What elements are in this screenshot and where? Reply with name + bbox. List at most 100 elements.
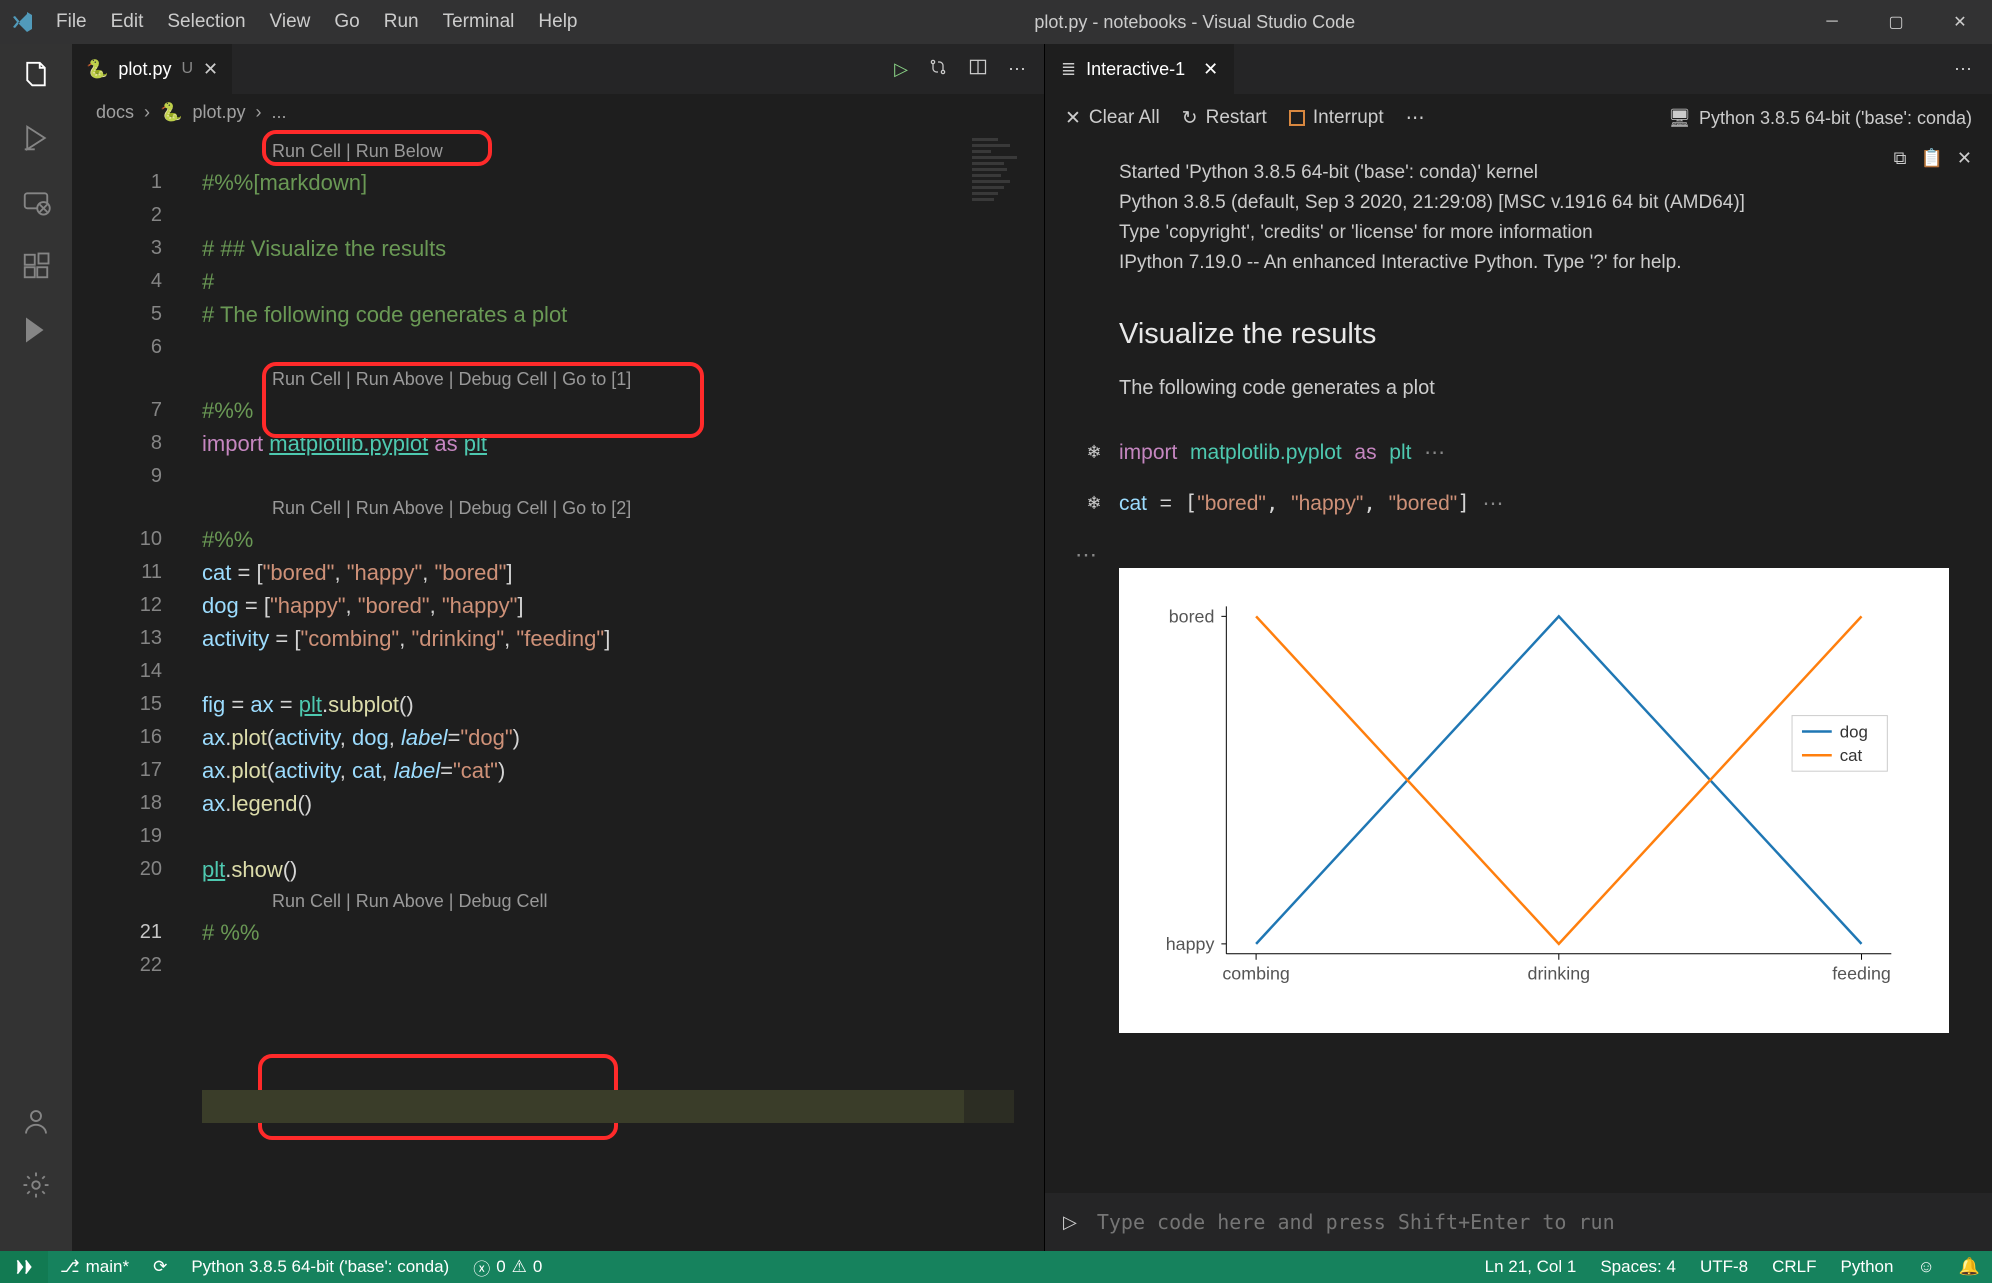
maximize-button[interactable]: ▢ [1864,0,1928,44]
x-tick-drinking: drinking [1528,964,1591,984]
clear-all-button[interactable]: ✕Clear All [1065,107,1160,130]
restart-button[interactable]: ↻Restart [1182,107,1267,130]
series-cat [1256,616,1861,944]
x-tick-combing: combing [1222,964,1290,984]
execute-icon[interactable]: ▷ [1063,1212,1077,1233]
codelens-run-cell[interactable]: Run Cell | Run Above | Debug Cell | Go t… [232,364,964,394]
tab-close-icon[interactable]: ✕ [1203,59,1218,80]
minimize-button[interactable]: ─ [1800,0,1864,44]
error-icon: ⓧ [473,1255,490,1280]
legend-dog: dog [1840,722,1868,741]
close-window-button[interactable]: ✕ [1928,0,1992,44]
split-editor-icon[interactable] [968,57,988,82]
more-actions-icon[interactable]: ⋯ [1954,59,1972,80]
feedback-icon[interactable]: ☺ [1905,1257,1946,1277]
markdown-paragraph: The following code generates a plot [1119,377,1968,400]
cursor-position[interactable]: Ln 21, Col 1 [1473,1257,1589,1277]
interactive-output[interactable]: ⧉ 📋 ✕ Started 'Python 3.8.5 64-bit ('bas… [1045,142,1992,1193]
title-bar: File Edit Selection View Go Run Terminal… [0,0,1992,44]
breadcrumb-ellipsis[interactable]: ... [272,102,287,123]
git-compare-icon[interactable] [928,57,948,82]
explorer-icon[interactable] [18,56,54,92]
activity-bar [0,44,72,1251]
tab-filename: plot.py [118,59,171,80]
executed-cell: ❄ cat = ["bored", "happy", "bored"] ⋯ [1069,491,1968,516]
bookmark-icon[interactable] [18,312,54,348]
interactive-tab[interactable]: ≣ Interactive-1 ✕ [1045,44,1234,94]
sync-button[interactable]: ⟳ [141,1251,179,1283]
close-icon[interactable]: ✕ [1957,148,1972,169]
interactive-panel: ≣ Interactive-1 ✕ ⋯ ✕Clear All ↻Restart … [1044,44,1992,1251]
interactive-input[interactable] [1097,1210,1974,1234]
cell-toolbar: ⧉ 📋 ✕ [1894,148,1972,169]
plot-output: bored happy combing drinking feeding [1119,568,1949,1033]
editor-tabs: 🐍 plot.py U ✕ ▷ ⋯ [72,44,1044,94]
copy-icon[interactable]: ⧉ [1894,148,1907,169]
y-tick-happy: happy [1166,934,1215,954]
clipboard-icon[interactable]: 📋 [1920,148,1942,169]
code-editor[interactable]: Run Cell | Run Below 1#%%[markdown] 2 3#… [72,130,1044,1251]
settings-gear-icon[interactable] [18,1167,54,1203]
x-tick-feeding: feeding [1832,964,1891,984]
encoding-indicator[interactable]: UTF-8 [1688,1257,1760,1277]
interrupt-button[interactable]: Interrupt [1289,107,1384,129]
codelens-run-cell[interactable]: Run Cell | Run Above | Debug Cell [232,886,964,916]
more-icon[interactable]: ⋯ [1075,542,1968,568]
warning-icon: ⚠ [512,1257,527,1277]
menu-terminal[interactable]: Terminal [431,11,527,33]
interactive-input-bar: ▷ [1045,1193,1992,1251]
menu-selection[interactable]: Selection [155,11,257,33]
run-file-icon[interactable]: ▷ [894,59,908,80]
more-actions-icon[interactable]: ⋯ [1406,107,1425,130]
interactive-tabs: ≣ Interactive-1 ✕ ⋯ [1045,44,1992,94]
interactive-tab-label: Interactive-1 [1086,59,1185,80]
kernel-selector[interactable]: 🖥Python 3.8.5 64-bit ('base': conda) [1668,108,1972,129]
chevron-right-icon: › [144,102,150,123]
menu-run[interactable]: Run [372,11,431,33]
line-chart: bored happy combing drinking feeding [1137,580,1931,1010]
breadcrumb-file[interactable]: plot.py [192,102,245,123]
status-bar: ⎇main* ⟳ Python 3.8.5 64-bit ('base': co… [0,1251,1992,1283]
minimap[interactable] [964,130,1044,1251]
codelens-run-cell[interactable]: Run Cell | Run Above | Debug Cell | Go t… [232,493,964,523]
current-line-highlight [202,1090,964,1123]
menu-file[interactable]: File [44,11,99,33]
menu-help[interactable]: Help [526,11,589,33]
breadcrumb[interactable]: docs › 🐍 plot.py › ... [72,94,1044,130]
branch-icon: ⎇ [60,1257,80,1277]
menu-go[interactable]: Go [322,11,371,33]
menu-edit[interactable]: Edit [99,11,156,33]
extensions-icon[interactable] [18,248,54,284]
sync-icon: ⟳ [153,1257,167,1277]
git-branch-indicator[interactable]: ⎇main* [48,1251,141,1283]
remote-explorer-icon[interactable] [18,184,54,220]
codelens-run-cell[interactable]: Run Cell | Run Below [232,136,964,166]
remote-indicator[interactable] [0,1251,48,1283]
restart-icon: ↻ [1182,107,1198,130]
breadcrumb-folder[interactable]: docs [96,102,134,123]
chevron-right-icon: › [256,102,262,123]
run-debug-icon[interactable] [18,120,54,156]
y-tick-bored: bored [1169,606,1215,626]
notifications-icon[interactable]: 🔔 [1947,1257,1992,1277]
interpreter-indicator[interactable]: Python 3.8.5 64-bit ('base': conda) [179,1251,461,1283]
editor-tab-plot-py[interactable]: 🐍 plot.py U ✕ [72,44,232,94]
tab-close-icon[interactable]: ✕ [203,59,218,80]
problems-indicator[interactable]: ⓧ0 ⚠0 [461,1251,554,1283]
python-file-icon: 🐍 [160,102,182,123]
series-dog [1256,616,1861,944]
eol-indicator[interactable]: CRLF [1760,1257,1828,1277]
executed-cell: ❄ import matplotlib.pyplot as plt ⋯ [1069,440,1968,465]
close-icon: ✕ [1065,107,1081,130]
more-actions-icon[interactable]: ⋯ [1008,59,1026,80]
accounts-icon[interactable] [18,1103,54,1139]
language-indicator[interactable]: Python [1829,1257,1906,1277]
server-icon: 🖥 [1668,108,1691,129]
python-file-icon: 🐍 [86,59,108,80]
snowflake-icon[interactable]: ❄ [1086,493,1101,514]
menu-view[interactable]: View [258,11,323,33]
interactive-toolbar: ✕Clear All ↻Restart Interrupt ⋯ 🖥Python … [1045,94,1992,142]
snowflake-icon[interactable]: ❄ [1086,442,1101,463]
window-controls: ─ ▢ ✕ [1800,0,1992,44]
indentation-indicator[interactable]: Spaces: 4 [1588,1257,1688,1277]
